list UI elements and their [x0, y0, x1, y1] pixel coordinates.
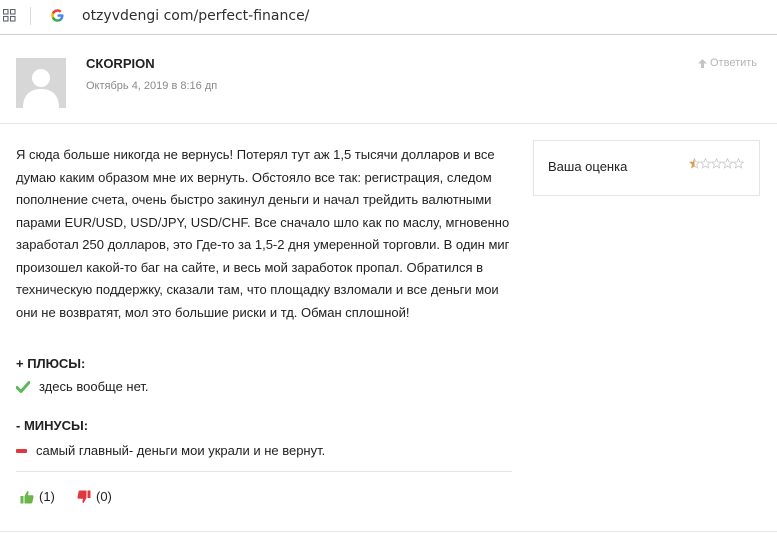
minus-icon [16, 448, 27, 453]
review-date: Октябрь 4, 2019 в 8:16 дп [86, 80, 218, 92]
thumbs-up-icon [20, 490, 34, 503]
star-icon[interactable] [711, 158, 722, 169]
review-author[interactable]: СКORPION [86, 56, 155, 71]
check-icon [16, 380, 30, 393]
header-divider [0, 123, 777, 124]
cons-item: самый главный- деньги мои украли и не ве… [16, 443, 325, 458]
pros-title: + ПЛЮСЫ: [16, 356, 86, 371]
dislike-button[interactable]: (0) [77, 489, 112, 504]
cons-title: - МИНУСЫ: [16, 418, 89, 433]
bottom-divider [0, 531, 777, 532]
avatar [16, 58, 66, 108]
like-button[interactable]: (1) [20, 489, 55, 504]
toolbar-separator [30, 7, 31, 25]
rating-widget: Ваша оценка [533, 140, 760, 196]
browser-address-bar: otzyvdengi com/perfect-finance/ [0, 0, 777, 35]
review-text: Я сюда больше никогда не вернусь! Потеря… [16, 147, 510, 320]
url-text[interactable]: otzyvdengi com/perfect-finance/ [82, 8, 309, 24]
pros-item-text: здесь вообще нет. [39, 379, 149, 394]
google-icon [51, 9, 64, 22]
pros-item: здесь вообще нет. [16, 379, 149, 394]
like-count: (1) [39, 489, 55, 504]
votes-divider [16, 471, 512, 472]
reply-label: Ответить [710, 57, 758, 69]
star-icon[interactable] [700, 158, 711, 169]
thumbs-down-icon [77, 490, 91, 503]
default-user-avatar-icon [16, 58, 66, 108]
dislike-count: (0) [96, 489, 112, 504]
rating-stars[interactable] [689, 158, 744, 169]
star-icon[interactable] [733, 158, 744, 169]
rating-label: Ваша оценка [548, 159, 628, 174]
cons-item-text: самый главный- деньги мои украли и не ве… [36, 443, 326, 458]
reply-button[interactable]: Ответить [697, 57, 757, 69]
apps-grid-icon[interactable] [3, 9, 16, 22]
star-icon[interactable] [689, 158, 700, 169]
arrow-up-icon [698, 58, 707, 68]
star-icon[interactable] [722, 158, 733, 169]
